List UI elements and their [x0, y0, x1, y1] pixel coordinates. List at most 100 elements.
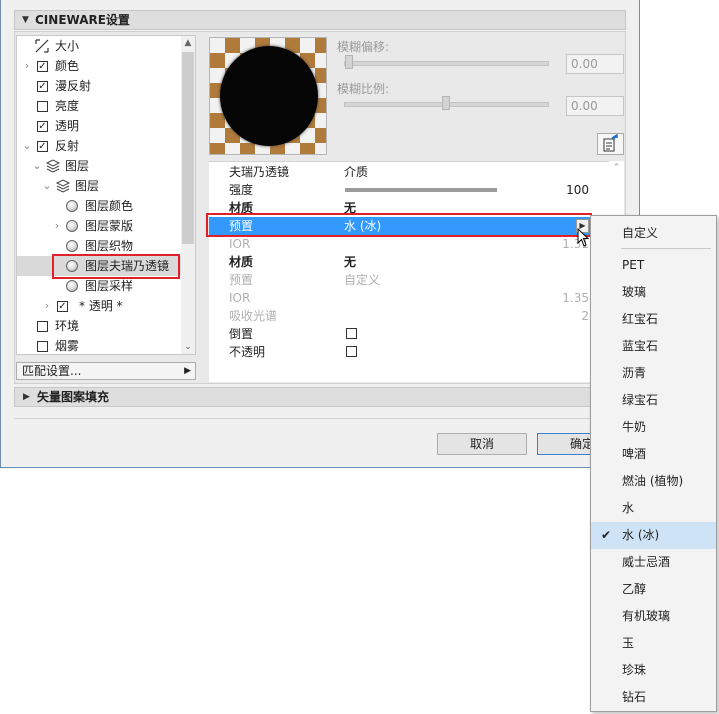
checkmark-icon: ✔: [601, 528, 612, 542]
menu-item-pet[interactable]: PET: [591, 252, 716, 279]
cineware-section-header[interactable]: ▼ CINEWARE设置: [14, 10, 626, 30]
checkbox-checked[interactable]: ✓: [37, 121, 48, 132]
tree-item-layer-sampling[interactable]: 图层采样: [17, 276, 181, 296]
blur-scale-knob[interactable]: [442, 96, 450, 110]
scroll-up-icon[interactable]: ⌃: [609, 161, 624, 176]
vector-hatching-section[interactable]: ▶ 矢量图案填充: [14, 387, 626, 407]
divider: [14, 418, 626, 419]
checkbox-unchecked[interactable]: [37, 341, 48, 352]
menu-item-whiskey[interactable]: 威士忌酒: [591, 549, 716, 576]
prop-label: 强度: [229, 183, 254, 197]
cineware-settings-dialog: ▼ CINEWARE设置 大小 › ✓ 颜色 ✓ 漫反射 亮度 ✓ 透明 ⌄ ✓…: [0, 0, 640, 468]
menu-item-label: 玉: [622, 636, 635, 650]
highlight-box-preset: [206, 213, 592, 237]
layer-sphere-icon: [66, 220, 78, 232]
blur-offset-knob[interactable]: [345, 55, 353, 69]
tree-item-reflection[interactable]: ⌄ ✓ 反射: [17, 136, 181, 156]
prop-row-ior[interactable]: IOR 1.31: [209, 235, 609, 253]
prop-row-strength[interactable]: 强度 100: [209, 181, 609, 199]
preset-dropdown-menu[interactable]: 自定义 PET 玻璃 红宝石 蓝宝石 沥青 绿宝石 牛奶 啤酒 燃油 (植物) …: [590, 215, 717, 712]
menu-item-vegetable-oil[interactable]: 燃油 (植物): [591, 468, 716, 495]
prop-row-ior-2[interactable]: IOR 1.35: [209, 289, 609, 307]
prop-value[interactable]: 100: [566, 181, 589, 199]
prop-value[interactable]: 介质: [344, 163, 368, 181]
menu-item-diamond[interactable]: 钻石: [591, 684, 716, 711]
tree-item-diffuse[interactable]: ✓ 漫反射: [17, 76, 181, 96]
menu-item-ethanol[interactable]: 乙醇: [591, 576, 716, 603]
property-list[interactable]: 夫瑞乃透镜 介质 强度 100 材质 无 预置 水 (冰) ▶ IOR 1.31…: [209, 161, 609, 382]
prop-row-invert[interactable]: 倒置: [209, 325, 609, 343]
chevron-down-icon[interactable]: ⌄: [22, 136, 32, 156]
prop-value[interactable]: 1.35: [562, 289, 589, 307]
checkbox-unchecked[interactable]: [37, 101, 48, 112]
chevron-right-icon[interactable]: ›: [22, 56, 32, 76]
menu-item-emerald[interactable]: 绿宝石: [591, 387, 716, 414]
menu-item-label: 水: [622, 501, 635, 515]
prop-label: 夫瑞乃透镜: [229, 165, 290, 179]
menu-item-milk[interactable]: 牛奶: [591, 414, 716, 441]
blur-offset-field[interactable]: 0.00: [566, 54, 624, 74]
chevron-right-icon[interactable]: ›: [42, 296, 52, 316]
tree-scrollbar[interactable]: ▲ ⌄: [181, 36, 195, 354]
tree-item-environment[interactable]: 环境: [17, 316, 181, 336]
tree-item-layer-color[interactable]: 图层颜色: [17, 196, 181, 216]
menu-item-label: 自定义: [622, 226, 659, 240]
tree-item-label: 大小: [55, 39, 80, 53]
blur-scale-field[interactable]: 0.00: [566, 96, 624, 116]
menu-separator: [621, 248, 711, 249]
tree-item-layer-mask[interactable]: › 图层蒙版: [17, 216, 181, 236]
checkbox-checked[interactable]: ✓: [37, 141, 48, 152]
chevron-down-icon[interactable]: ⌄: [42, 176, 52, 196]
checkbox-checked[interactable]: ✓: [37, 81, 48, 92]
prop-row-preset-2[interactable]: 预置 自定义: [209, 271, 609, 289]
menu-item-jade[interactable]: 玉: [591, 630, 716, 657]
checkbox-checked[interactable]: ✓: [57, 301, 68, 312]
scroll-down-icon[interactable]: ⌄: [181, 340, 195, 354]
menu-item-asphalt[interactable]: 沥青: [591, 360, 716, 387]
tree-item-transparency[interactable]: ✓ 透明: [17, 116, 181, 136]
menu-item-sapphire[interactable]: 蓝宝石: [591, 333, 716, 360]
tree-item-transparency-2[interactable]: › ✓ * 透明 *: [17, 296, 181, 316]
strength-slider[interactable]: [345, 188, 497, 192]
scroll-thumb[interactable]: [182, 52, 194, 244]
prop-value[interactable]: 自定义: [344, 271, 380, 289]
tree-item-fog[interactable]: 烟雾: [17, 336, 181, 354]
menu-item-pearl[interactable]: 珍珠: [591, 657, 716, 684]
menu-item-plexiglass[interactable]: 有机玻璃: [591, 603, 716, 630]
menu-item-custom[interactable]: 自定义: [591, 220, 716, 247]
tree-item-color[interactable]: › ✓ 颜色: [17, 56, 181, 76]
channel-tree[interactable]: 大小 › ✓ 颜色 ✓ 漫反射 亮度 ✓ 透明 ⌄ ✓ 反射 ⌄ 图层 ⌄ 图层…: [16, 35, 196, 355]
menu-item-ruby[interactable]: 红宝石: [591, 306, 716, 333]
document-export-icon: [603, 133, 618, 152]
layer-sphere-icon: [66, 200, 78, 212]
prop-row-material-2[interactable]: 材质 无: [209, 253, 609, 271]
cancel-button[interactable]: 取消: [437, 433, 527, 455]
chevron-down-icon[interactable]: ⌄: [32, 156, 42, 176]
invert-checkbox[interactable]: [346, 328, 357, 339]
tree-item-layers[interactable]: ⌄ 图层: [17, 156, 181, 176]
menu-item-label: 牛奶: [622, 420, 647, 434]
export-button[interactable]: [597, 133, 624, 155]
scroll-up-icon[interactable]: ▲: [181, 36, 195, 50]
menu-item-beer[interactable]: 啤酒: [591, 441, 716, 468]
menu-item-ice[interactable]: ✔ 水 (冰): [591, 522, 716, 549]
menu-item-glass[interactable]: 玻璃: [591, 279, 716, 306]
layer-sphere-icon: [66, 280, 78, 292]
tree-item-luminance[interactable]: 亮度: [17, 96, 181, 116]
prop-row-fresnel[interactable]: 夫瑞乃透镜 介质: [209, 163, 609, 181]
prop-row-absorption[interactable]: 吸收光谱 2: [209, 307, 609, 325]
checkbox-unchecked[interactable]: [37, 321, 48, 332]
tree-item-layer[interactable]: ⌄ 图层: [17, 176, 181, 196]
tree-item-size[interactable]: 大小: [17, 36, 181, 56]
chevron-right-icon[interactable]: ›: [52, 216, 62, 236]
prop-value[interactable]: 2: [581, 307, 589, 325]
match-settings-button[interactable]: 匹配设置... ▶: [16, 362, 196, 380]
menu-item-water[interactable]: 水: [591, 495, 716, 522]
tree-item-layer-fabric[interactable]: 图层织物: [17, 236, 181, 256]
tree-item-label: * 透明 *: [79, 299, 123, 313]
checkbox-checked[interactable]: ✓: [37, 61, 48, 72]
opaque-checkbox[interactable]: [346, 346, 357, 357]
prop-row-opaque[interactable]: 不透明: [209, 343, 609, 361]
blur-offset-label: 模糊偏移:: [337, 40, 390, 54]
blur-offset-slider[interactable]: [344, 61, 549, 66]
